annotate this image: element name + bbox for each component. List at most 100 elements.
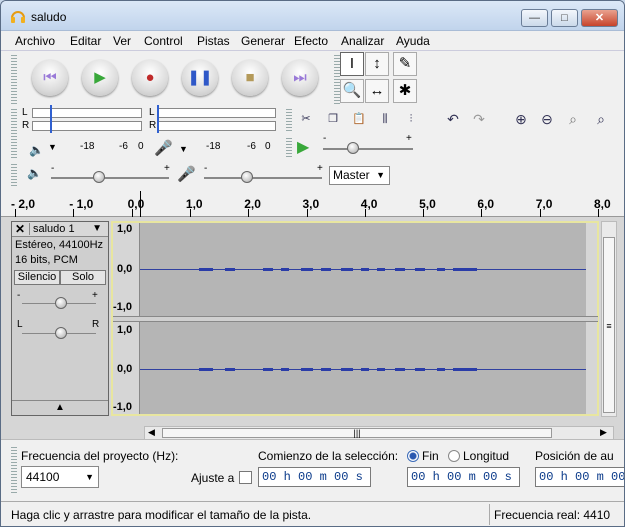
input-volume-thumb[interactable] <box>241 171 253 183</box>
scroll-right-icon[interactable]: ▶ <box>600 427 607 438</box>
waveform-segment <box>395 368 405 371</box>
silence-icon[interactable]: ⫶ <box>399 108 423 130</box>
close-track-icon[interactable]: ✕ <box>15 222 25 236</box>
playback-meter-left[interactable] <box>32 108 142 118</box>
menu-editar[interactable]: Editar <box>70 34 101 48</box>
title-bar[interactable]: saludo — □ ✕ <box>1 1 624 31</box>
menu-efecto[interactable]: Efecto <box>294 34 328 48</box>
menu-pistas[interactable]: Pistas <box>197 34 230 48</box>
waveform-segment <box>453 268 477 271</box>
menu-analizar[interactable]: Analizar <box>341 34 384 48</box>
fit-project-icon[interactable]: ⌕ <box>589 108 613 130</box>
fit-selection-icon[interactable]: ⌕ <box>561 108 585 130</box>
input-source-select[interactable]: Master ▼ <box>329 166 390 185</box>
speed-slider-track[interactable] <box>323 148 413 150</box>
in-plus: + <box>317 163 323 174</box>
output-volume-slider[interactable] <box>51 177 169 179</box>
zoom-tool-icon[interactable]: 🔍 <box>340 79 364 103</box>
selection-tool-icon[interactable]: I <box>340 52 364 76</box>
toolbar-grip[interactable] <box>11 162 17 186</box>
cut-icon[interactable]: ✂ <box>294 108 318 130</box>
toolbar-grip[interactable] <box>286 136 292 158</box>
multi-tool-icon[interactable]: ✱ <box>393 79 417 103</box>
record-button[interactable]: ● <box>132 60 168 96</box>
stop-icon: ■ <box>245 69 255 86</box>
pause-icon: ❚❚ <box>187 69 213 86</box>
project-rate-select[interactable]: 44100 ▼ <box>21 466 99 488</box>
speaker-dropdown-icon[interactable]: ▼ <box>48 142 57 152</box>
undo-icon[interactable]: ↶ <box>441 108 465 130</box>
menu-archivo[interactable]: Archivo <box>15 34 55 48</box>
track-name-menu[interactable]: saludo 1 ▼ <box>29 223 105 235</box>
gain-slider-thumb[interactable] <box>55 297 67 309</box>
waveform-segment <box>263 368 273 371</box>
pause-button[interactable]: ❚❚ <box>182 60 218 96</box>
close-button[interactable]: ✕ <box>581 9 618 27</box>
horizontal-scrollbar[interactable]: ◀ ||| ▶ <box>144 426 614 440</box>
waveform-segment <box>301 368 313 371</box>
waveform-segment <box>225 268 235 271</box>
vertical-scrollbar[interactable]: ≡ <box>601 221 617 417</box>
input-volume-icon: 🎤 <box>177 166 196 183</box>
headphones-icon <box>11 11 25 23</box>
paste-icon[interactable]: 📋 <box>347 108 371 130</box>
ruler-tick-mark <box>189 209 191 217</box>
output-volume-thumb[interactable] <box>93 171 105 183</box>
waveform-segment <box>321 368 331 371</box>
skip-start-button[interactable]: ⏮ <box>32 60 68 96</box>
toolbar-grip[interactable] <box>11 107 17 159</box>
playback-meter-right[interactable] <box>32 121 142 131</box>
waveform-segment <box>437 368 445 371</box>
scroll-left-icon[interactable]: ◀ <box>148 427 155 438</box>
microphone-icon[interactable]: 🎤 <box>154 139 173 157</box>
length-radio[interactable] <box>448 450 460 462</box>
menu-control[interactable]: Control <box>144 34 183 48</box>
track-bitdepth: 16 bits, PCM <box>15 254 78 266</box>
menu-ayuda[interactable]: Ayuda <box>396 34 430 48</box>
ruler-tick-label: 3,0 <box>302 197 320 211</box>
stop-button[interactable]: ■ <box>232 60 268 96</box>
timeshift-tool-icon[interactable]: ↔ <box>365 79 389 103</box>
redo-icon[interactable]: ↷ <box>467 108 491 130</box>
maximize-button[interactable]: □ <box>551 9 578 27</box>
speed-slider-thumb[interactable] <box>347 142 359 154</box>
audio-position-time[interactable]: 00 h 00 m 00 <box>535 467 624 487</box>
trim-icon[interactable]: ⫼ <box>373 108 397 130</box>
waveform-segment <box>415 368 425 371</box>
in-minus: - <box>204 163 208 174</box>
draw-tool-icon[interactable]: ✎ <box>393 52 417 76</box>
mute-button[interactable]: Silencio <box>14 270 60 285</box>
mic-dropdown-icon[interactable]: ▼ <box>179 144 188 154</box>
pan-slider-thumb[interactable] <box>55 327 67 339</box>
menu-generar[interactable]: Generar <box>241 34 285 48</box>
solo-button[interactable]: Solo <box>60 270 106 285</box>
play-at-speed-icon[interactable]: ▶ <box>297 137 309 157</box>
rec-meter-right-label: R <box>149 120 157 131</box>
collapse-track-icon[interactable]: ▲ <box>12 400 108 415</box>
menu-ver[interactable]: Ver <box>113 34 131 48</box>
toolbar-grip[interactable] <box>286 107 292 131</box>
selection-start-time[interactable]: 00 h 00 m 00 s <box>258 467 371 487</box>
play-icon: ▶ <box>94 69 106 86</box>
selection-end-time[interactable]: 00 h 00 m 00 s <box>407 467 520 487</box>
copy-icon[interactable]: ❐ <box>321 108 345 130</box>
minimize-button[interactable]: — <box>521 9 548 27</box>
waveform-segment <box>263 268 273 271</box>
horizontal-scroll-thumb[interactable]: ||| <box>162 428 552 438</box>
vertical-scroll-thumb[interactable]: ≡ <box>603 237 615 413</box>
zoom-in-icon[interactable]: ⊕ <box>509 108 533 130</box>
speaker-icon[interactable]: 🔈 <box>29 143 44 157</box>
play-button[interactable]: ▶ <box>82 60 118 96</box>
record-meter-left[interactable] <box>158 108 276 118</box>
toolbar-grip[interactable] <box>11 53 17 105</box>
ruler-tick-label: 7,0 <box>535 197 553 211</box>
record-meter-right[interactable] <box>158 121 276 131</box>
zoom-out-icon[interactable]: ⊖ <box>535 108 559 130</box>
input-volume-slider[interactable] <box>204 177 322 179</box>
toolbar-grip[interactable] <box>11 445 17 495</box>
skip-end-button[interactable]: ⏭ <box>282 60 318 96</box>
snap-to-checkbox[interactable] <box>239 471 252 484</box>
ruler-tick-label: 8,0 <box>594 197 611 211</box>
end-radio[interactable] <box>407 450 419 462</box>
envelope-tool-icon[interactable]: ↕ <box>365 52 389 76</box>
